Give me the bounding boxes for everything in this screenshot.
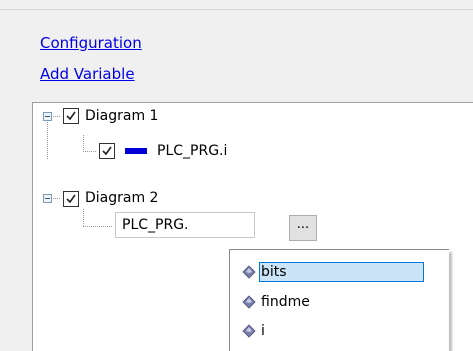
variable-icon (242, 265, 256, 279)
collapse-diagram-1-icon[interactable] (43, 112, 52, 121)
autocomplete-dropdown: bits findme i (229, 249, 449, 351)
tree-connector (83, 135, 84, 151)
autocomplete-item-label: bits (259, 262, 424, 282)
plot-configuration-panel: Configuration Add Variable Diagram 1 PLC… (0, 0, 473, 351)
autocomplete-item-label: i (261, 323, 265, 339)
top-divider (0, 0, 473, 10)
checkmark-icon (66, 194, 76, 204)
autocomplete-item-bits[interactable]: bits (242, 261, 438, 283)
diagram-1-checkbox[interactable] (63, 108, 79, 124)
diagram-2-checkbox[interactable] (63, 191, 79, 207)
tree-connector (83, 209, 84, 226)
series-color-swatch[interactable] (125, 148, 147, 154)
configuration-link[interactable]: Configuration (40, 34, 142, 52)
checkmark-icon (102, 146, 112, 156)
tree-connector (83, 226, 113, 227)
add-variable-link[interactable]: Add Variable (40, 65, 142, 83)
tree-connector (53, 198, 61, 199)
tree-connector (47, 122, 48, 160)
collapse-diagram-2-icon[interactable] (43, 194, 52, 203)
diagram-1-label: Diagram 1 (85, 108, 159, 124)
autocomplete-item-i[interactable]: i (242, 320, 438, 342)
autocomplete-item-findme[interactable]: findme (242, 291, 438, 313)
variable-path-input[interactable]: PLC_PRG. (115, 212, 255, 238)
tree-connector (53, 116, 61, 117)
plc-prg-i-label: PLC_PRG.i (157, 143, 228, 159)
autocomplete-item-label: findme (261, 294, 310, 310)
variable-icon (242, 295, 256, 309)
diagram-2-label: Diagram 2 (85, 190, 159, 206)
plc-prg-i-checkbox[interactable] (99, 143, 115, 159)
browse-variable-button[interactable]: ... (289, 215, 317, 241)
variable-icon (242, 324, 256, 338)
action-links: Configuration Add Variable (40, 34, 142, 83)
diagram-tree: Diagram 1 PLC_PRG.i Diagram 2 PLC_PRG. .… (32, 102, 473, 351)
checkmark-icon (66, 111, 76, 121)
tree-connector (83, 151, 97, 152)
